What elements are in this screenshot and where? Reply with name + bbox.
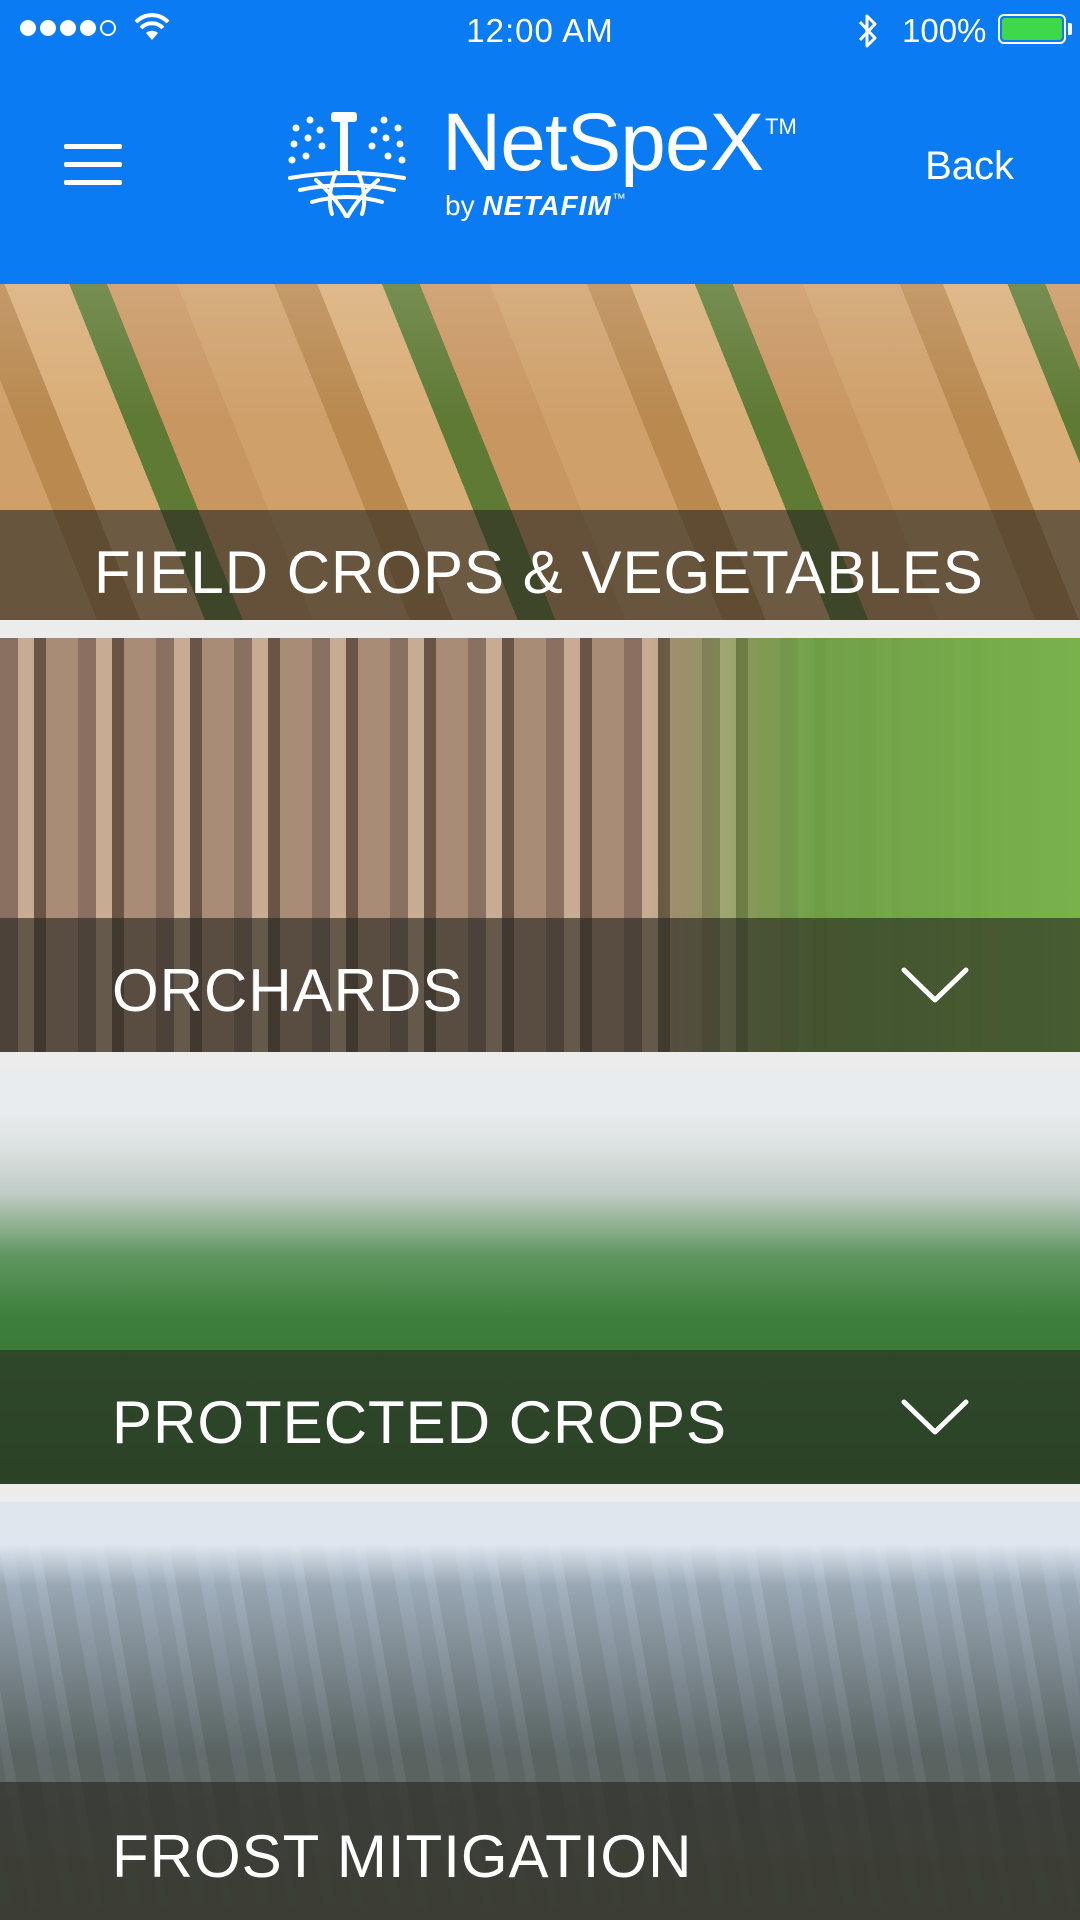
hamburger-icon[interactable] xyxy=(62,138,126,192)
battery-percent: 100% xyxy=(902,12,987,49)
category-field-crops[interactable]: FIELD CROPS & VEGETABLES xyxy=(0,284,1080,620)
brand-company: NETAFIM xyxy=(482,190,612,221)
category-title: FROST MITIGATION xyxy=(112,1823,693,1890)
category-frost-mitigation[interactable]: FROST MITIGATION xyxy=(0,1502,1080,1920)
back-button[interactable]: Back xyxy=(925,144,1014,189)
status-bar: 12:00 AM 100% xyxy=(0,0,1080,62)
bluetooth-icon xyxy=(858,14,877,48)
category-title: FIELD CROPS & VEGETABLES xyxy=(94,539,984,606)
category-title: ORCHARDS xyxy=(112,957,464,1024)
brand-by-text: by xyxy=(445,190,475,221)
app-header: NetSpeX TM by NETAFIM™ Back xyxy=(0,62,1080,284)
brand-name: NetSpeX xyxy=(442,97,764,188)
chevron-down-icon[interactable] xyxy=(900,1398,970,1438)
brand-company-tm: ™ xyxy=(611,190,626,206)
category-protected-crops[interactable]: PROTECTED CROPS xyxy=(0,1070,1080,1484)
brand-trademark: TM xyxy=(765,114,797,139)
chevron-down-icon[interactable] xyxy=(900,966,970,1006)
category-orchards[interactable]: ORCHARDS xyxy=(0,638,1080,1052)
sprinkler-logo-icon xyxy=(288,112,406,218)
category-title: PROTECTED CROPS xyxy=(112,1389,728,1456)
battery-icon xyxy=(998,14,1066,44)
brand-byline: by NETAFIM™ xyxy=(445,190,626,222)
